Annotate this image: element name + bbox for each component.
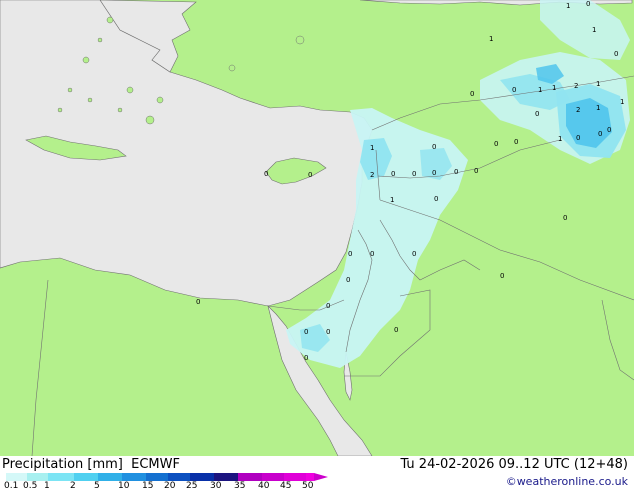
station-value: 0 — [264, 170, 268, 178]
station-value: 0 — [434, 195, 438, 203]
station-value: 0 — [348, 250, 352, 258]
legend-swatch — [98, 473, 122, 481]
station-value: 0 — [391, 170, 395, 178]
product-title: Precipitation [mm] ECMWF — [2, 457, 180, 472]
station-value: 0 — [196, 298, 200, 306]
station-value: 1 — [370, 144, 374, 152]
station-value: 0 — [326, 302, 330, 310]
station-value: 1 — [552, 84, 556, 92]
precipitation-title: Precipitation [mm] — [2, 457, 123, 472]
legend-swatch — [48, 473, 74, 481]
model-name: ECMWF — [131, 457, 180, 472]
legend-swatch — [306, 473, 314, 481]
station-value: 2 — [370, 171, 374, 179]
legend-swatch — [6, 473, 27, 481]
station-value: 1 — [390, 196, 394, 204]
station-value: 0 — [576, 134, 580, 142]
station-value: 1 — [620, 98, 624, 106]
legend-swatch — [284, 473, 306, 481]
legend-swatch — [262, 473, 284, 481]
station-value: 1 — [596, 104, 600, 112]
station-value: 0 — [607, 126, 611, 134]
station-value: 1 — [596, 80, 600, 88]
station-value: 0 — [432, 169, 436, 177]
station-value: 1 — [538, 86, 542, 94]
station-value: 0 — [304, 354, 308, 362]
station-value: 1 — [558, 135, 562, 143]
station-value: 0 — [412, 170, 416, 178]
valid-time: Tu 24-02-2026 09..12 UTC (12+48) — [400, 457, 628, 472]
station-value: 0 — [586, 0, 590, 8]
station-value: 2 — [576, 106, 580, 114]
station-value: 0 — [326, 328, 330, 336]
station-value: 1 — [592, 26, 596, 34]
credit-link[interactable]: ©weatheronline.co.uk — [506, 475, 628, 488]
station-value: 0 — [394, 326, 398, 334]
station-value: 0 — [432, 143, 436, 151]
legend-swatch — [190, 473, 214, 481]
station-value: 0 — [598, 130, 602, 138]
station-value: 1 — [566, 2, 570, 10]
station-value: 0 — [474, 167, 478, 175]
legend-swatch — [74, 473, 98, 481]
station-value: 2 — [574, 82, 578, 90]
station-value: 0 — [500, 272, 504, 280]
legend-swatch — [238, 473, 262, 481]
station-value: 0 — [304, 328, 308, 336]
station-value: 0 — [454, 168, 458, 176]
station-value: 0 — [514, 138, 518, 146]
station-value: 0 — [614, 50, 618, 58]
station-value: 0 — [535, 110, 539, 118]
legend-swatch — [27, 473, 48, 481]
precipitation-map: 1 0 1 1 0 1 2 1 1 1 0 2 1 0 1 0 0 0 0 1 … — [0, 0, 634, 456]
station-value: 1 — [489, 35, 493, 43]
station-value: 0 — [470, 90, 474, 98]
station-value: 0 — [370, 250, 374, 258]
station-value: 0 — [512, 86, 516, 94]
station-value: 0 — [308, 171, 312, 179]
legend-swatch — [214, 473, 238, 481]
legend-arrow — [314, 473, 328, 481]
legend-swatch — [122, 473, 146, 481]
legend-swatch — [168, 473, 190, 481]
station-value: 0 — [346, 276, 350, 284]
legend-swatch — [146, 473, 168, 481]
station-value: 0 — [563, 214, 567, 222]
station-value: 0 — [494, 140, 498, 148]
station-value: 0 — [412, 250, 416, 258]
